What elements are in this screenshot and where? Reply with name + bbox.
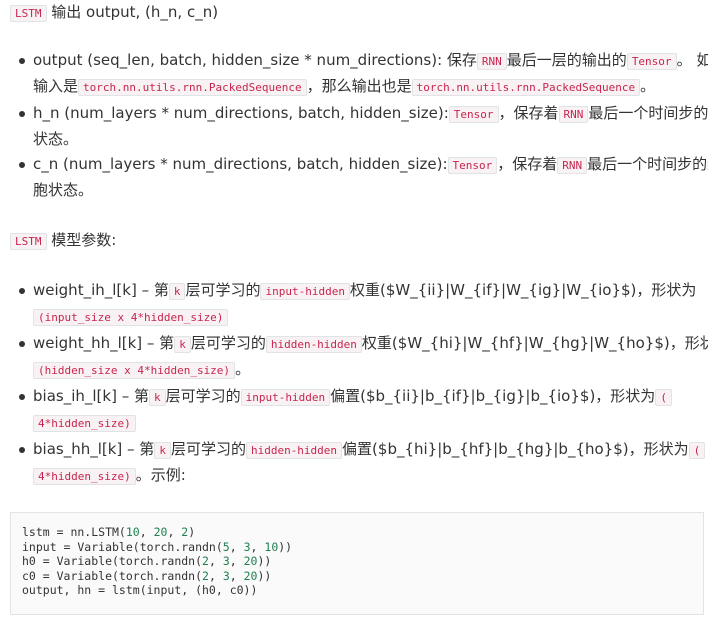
inline-code: LSTM [10,233,47,250]
inline-code: ( [688,442,706,459]
code-line: c0 = Variable(torch.randn(2, 3, 20)) [22,568,272,583]
item-text: h_n (num_layers * num_directions, batch,… [33,104,449,122]
inline-code: RNN [557,157,588,174]
item-text: output (seq_len, batch, hidden_size * nu… [33,51,477,69]
item-text: 偏置($b_{ii}|b_{if}|b_{ig}|b_{io}$)，形状为 [330,387,656,405]
inline-code: torch.nn.utils.rnn.PackedSequence [411,79,641,96]
item-text: ，保存着 [497,155,558,173]
item-text: 最后一个时间步的隐 [588,104,708,122]
item-text: 最后一层的输出的 [506,51,627,69]
item-text: 胞状态。 [33,181,94,199]
item-text: 权重($W_{hi}|W_{hf}|W_{hg}|W_{ho}$)，形状为 [361,334,708,352]
inline-code: hidden-hidden [265,336,362,353]
inline-code: Tensor [447,157,498,174]
item-text: 层可学习的 [170,440,246,458]
item-text: 。 [640,77,656,95]
item-text: 。示例: [135,466,186,484]
list-item-output: output (seq_len, batch, hidden_size * nu… [19,47,708,99]
inline-code: ( [655,389,672,406]
inline-code: (hidden_size x 4*hidden_size) [33,362,236,379]
list-item-weight-hh: weight_hh_l[k] – 第 k 层可学习的 hidden-hidden 权重(… [19,330,708,382]
item-text: 层可学习的 [190,334,266,352]
item-text: 层可学习的 [185,281,261,299]
code-line: output, hn = lstm(input, (h0, c0)) [22,583,258,597]
inline-code: Tensor [448,106,499,123]
item-text: 层可学习的 [165,387,241,405]
item-text: 。 [235,360,251,378]
item-text: weight_ih_l[k] – 第 [33,281,169,299]
list-item-h-n: h_n (num_layers * num_directions, batch,… [19,100,708,152]
list-item-c-n: c_n (num_layers * num_directions, batch,… [19,151,708,203]
item-text: ，保存着 [498,104,559,122]
item-text: 输入是 [33,77,79,95]
list-item-weight-ih: weight_ih_l[k] – 第 k 层可学习的 input-hidden 权重($… [19,277,703,329]
code-line: h0 = Variable(torch.randn(2, 3, 20)) [22,554,272,568]
item-text: bias_hh_l[k] – 第 [33,440,155,458]
item-text: 权重($W_{ii}|W_{if}|W_{ig}|W_{io}$)，形状为 [349,281,697,299]
inline-code: 4*hidden_size) [33,415,136,432]
list-item-bias-hh: bias_hh_l[k] – 第 k 层可学习的 hidden-hidden 偏置($b… [19,436,706,488]
list-item-bias-ih: bias_ih_l[k] – 第 k 层可学习的 input-hidden 偏置($b_… [19,383,703,435]
inline-code: k [154,442,171,459]
inline-code: hidden-hidden [245,442,343,459]
inline-code: k [148,389,166,406]
inline-code: input-hidden [240,389,331,406]
section-heading-output: LSTM 输出 output, (h_n, c_n) [10,0,218,25]
inline-code: RNN [558,106,589,123]
section-heading-params: LSTM 模型参数: [10,227,116,253]
item-text: 。 如果 [676,51,708,69]
inline-code: Tensor [626,53,677,70]
code-block[interactable]: lstm = nn.LSTM(10, 20, 2) input = Variab… [10,512,704,615]
item-text: bias_ih_l[k] – 第 [33,387,149,405]
inline-code: 4*hidden_size) [33,468,136,485]
inline-code: torch.nn.utils.rnn.PackedSequence [78,79,307,96]
item-text: 状态。 [33,130,79,148]
inline-code: input-hidden [260,283,350,300]
code-line: input = Variable(torch.randn(5, 3, 10)) [22,539,293,554]
inline-code: LSTM [10,5,47,22]
item-text: c_n (num_layers * num_directions, batch,… [33,155,448,173]
inline-code: (input_size x 4*hidden_size) [33,309,229,326]
item-text: 最后一个时间步的细 [587,155,708,173]
inline-code: k [168,283,186,300]
inline-code: k [174,336,191,353]
inline-code: RNN [476,53,507,70]
section-title: 输出 output, (h_n, c_n) [51,3,219,21]
item-text: weight_hh_l[k] – 第 [33,334,175,352]
item-text: 偏置($b_{hi}|b_{hf}|b_{hg}|b_{ho}$)，形状为 [342,440,689,458]
section-title: 模型参数: [51,231,117,249]
item-text: ，那么输出也是 [306,77,412,95]
code-line: lstm = nn.LSTM(10, 20, 2) [22,525,196,539]
